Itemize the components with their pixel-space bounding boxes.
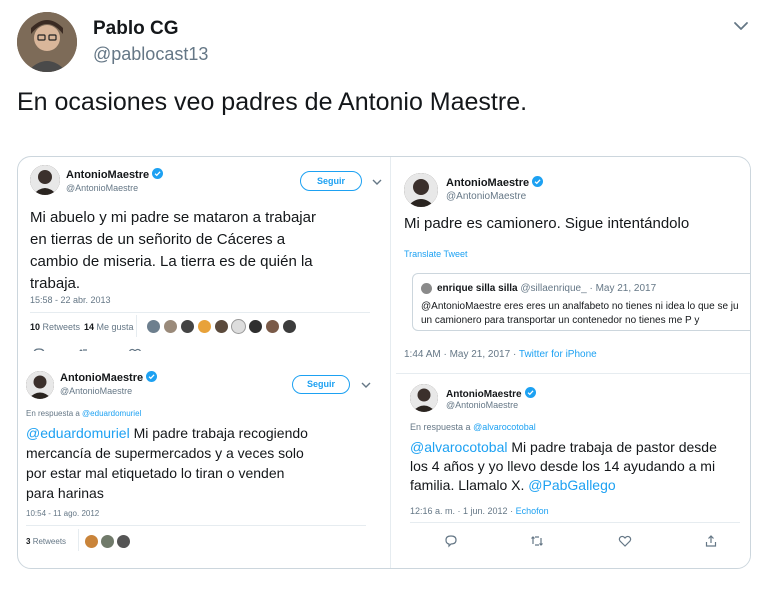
retweet-icon[interactable] — [530, 534, 544, 548]
reply-context: En respuesta a @eduardomuriel — [26, 409, 142, 418]
mention-link[interactable]: @PabGallego — [528, 477, 615, 493]
follow-button[interactable]: Seguir — [292, 375, 350, 394]
handle: @AntonioMaestre — [446, 191, 527, 202]
avatar — [404, 173, 438, 207]
avatar[interactable] — [17, 12, 77, 72]
tweet-header: Pablo CG @pablocast13 — [17, 12, 751, 72]
timestamp: 15:58 - 22 abr. 2013 — [30, 295, 111, 305]
source-link[interactable]: Echofon — [516, 506, 549, 516]
reply-context: En respuesta a @alvarocotobal — [410, 422, 536, 432]
timestamp: 10:54 - 11 ago. 2012 — [26, 509, 100, 518]
mention-link[interactable]: @alvarocotobal — [410, 439, 508, 455]
quote-author-name: enrique silla silla — [437, 283, 518, 294]
source-link[interactable]: Twitter for iPhone — [519, 349, 597, 360]
screenshot-tweet-3: AntonioMaestre @AntonioMaestre Mi padre … — [396, 159, 750, 373]
retweet-stats: 10 Retweets — [30, 322, 81, 332]
tweet-body: Mi abuelo y mi padre se mataron a trabaj… — [30, 209, 316, 292]
verified-icon — [532, 176, 544, 187]
avatar — [26, 371, 54, 399]
handle: @AntonioMaestre — [60, 386, 133, 396]
display-name: AntonioMaestre — [446, 389, 522, 400]
like-stats: 14 Me gusta — [84, 322, 134, 332]
chevron-down-icon[interactable] — [360, 379, 372, 391]
verified-icon — [146, 371, 158, 382]
screenshot-tweet-4: AntonioMaestre @AntonioMaestre En respue… — [396, 373, 750, 565]
avatar — [30, 165, 60, 195]
display-name: AntonioMaestre — [446, 177, 530, 189]
quote-text: @AntonioMaestre eres eres un analfabeto … — [421, 301, 739, 326]
reply-icon[interactable] — [444, 534, 458, 548]
author-name[interactable]: Pablo CG — [93, 18, 208, 40]
verified-icon — [152, 168, 164, 179]
handle: @AntonioMaestre — [66, 183, 139, 193]
screenshot-tweet-1: AntonioMaestre @AntonioMaestre Seguir Mi… — [26, 159, 388, 347]
display-name: AntonioMaestre — [66, 169, 150, 181]
mention-link[interactable]: @eduardomuriel — [26, 425, 130, 441]
screenshot-tweet-2: AntonioMaestre @AntonioMaestre Seguir En… — [26, 351, 382, 563]
timestamp: 12:16 a. m. · 1 jun. 2012 · Echofon — [410, 506, 549, 516]
timestamp: 1:44 AM · May 21, 2017 · Twitter for iPh… — [404, 349, 597, 360]
verified-icon — [524, 387, 536, 398]
tweet-body: @eduardomuriel Mi padre trabaja recogien… — [26, 425, 308, 501]
avatar — [410, 384, 438, 412]
tweet-text: En ocasiones veo padres de Antonio Maest… — [17, 88, 528, 116]
display-name: AntonioMaestre — [60, 372, 144, 384]
avatar — [421, 283, 432, 294]
chevron-down-icon[interactable] — [731, 16, 751, 36]
quoted-tweet[interactable]: enrique silla silla @sillaenrique_ · May… — [412, 273, 750, 331]
heart-icon[interactable] — [618, 534, 632, 548]
author-handle[interactable]: @pablocast13 — [93, 44, 208, 65]
chevron-down-icon[interactable] — [371, 176, 383, 188]
translate-link[interactable]: Translate Tweet — [404, 249, 468, 259]
retweet-stats: 3 Retweets — [26, 537, 67, 546]
follow-button[interactable]: Seguir — [300, 171, 362, 191]
tweet-image[interactable]: AntonioMaestre @AntonioMaestre Seguir Mi… — [17, 156, 751, 569]
tweet-body: Mi padre es camionero. Sigue intentándol… — [404, 215, 690, 232]
handle: @AntonioMaestre — [446, 400, 519, 410]
share-icon[interactable] — [704, 534, 718, 548]
tweet-body: @alvarocotobal Mi padre trabaja de pasto… — [410, 439, 717, 493]
